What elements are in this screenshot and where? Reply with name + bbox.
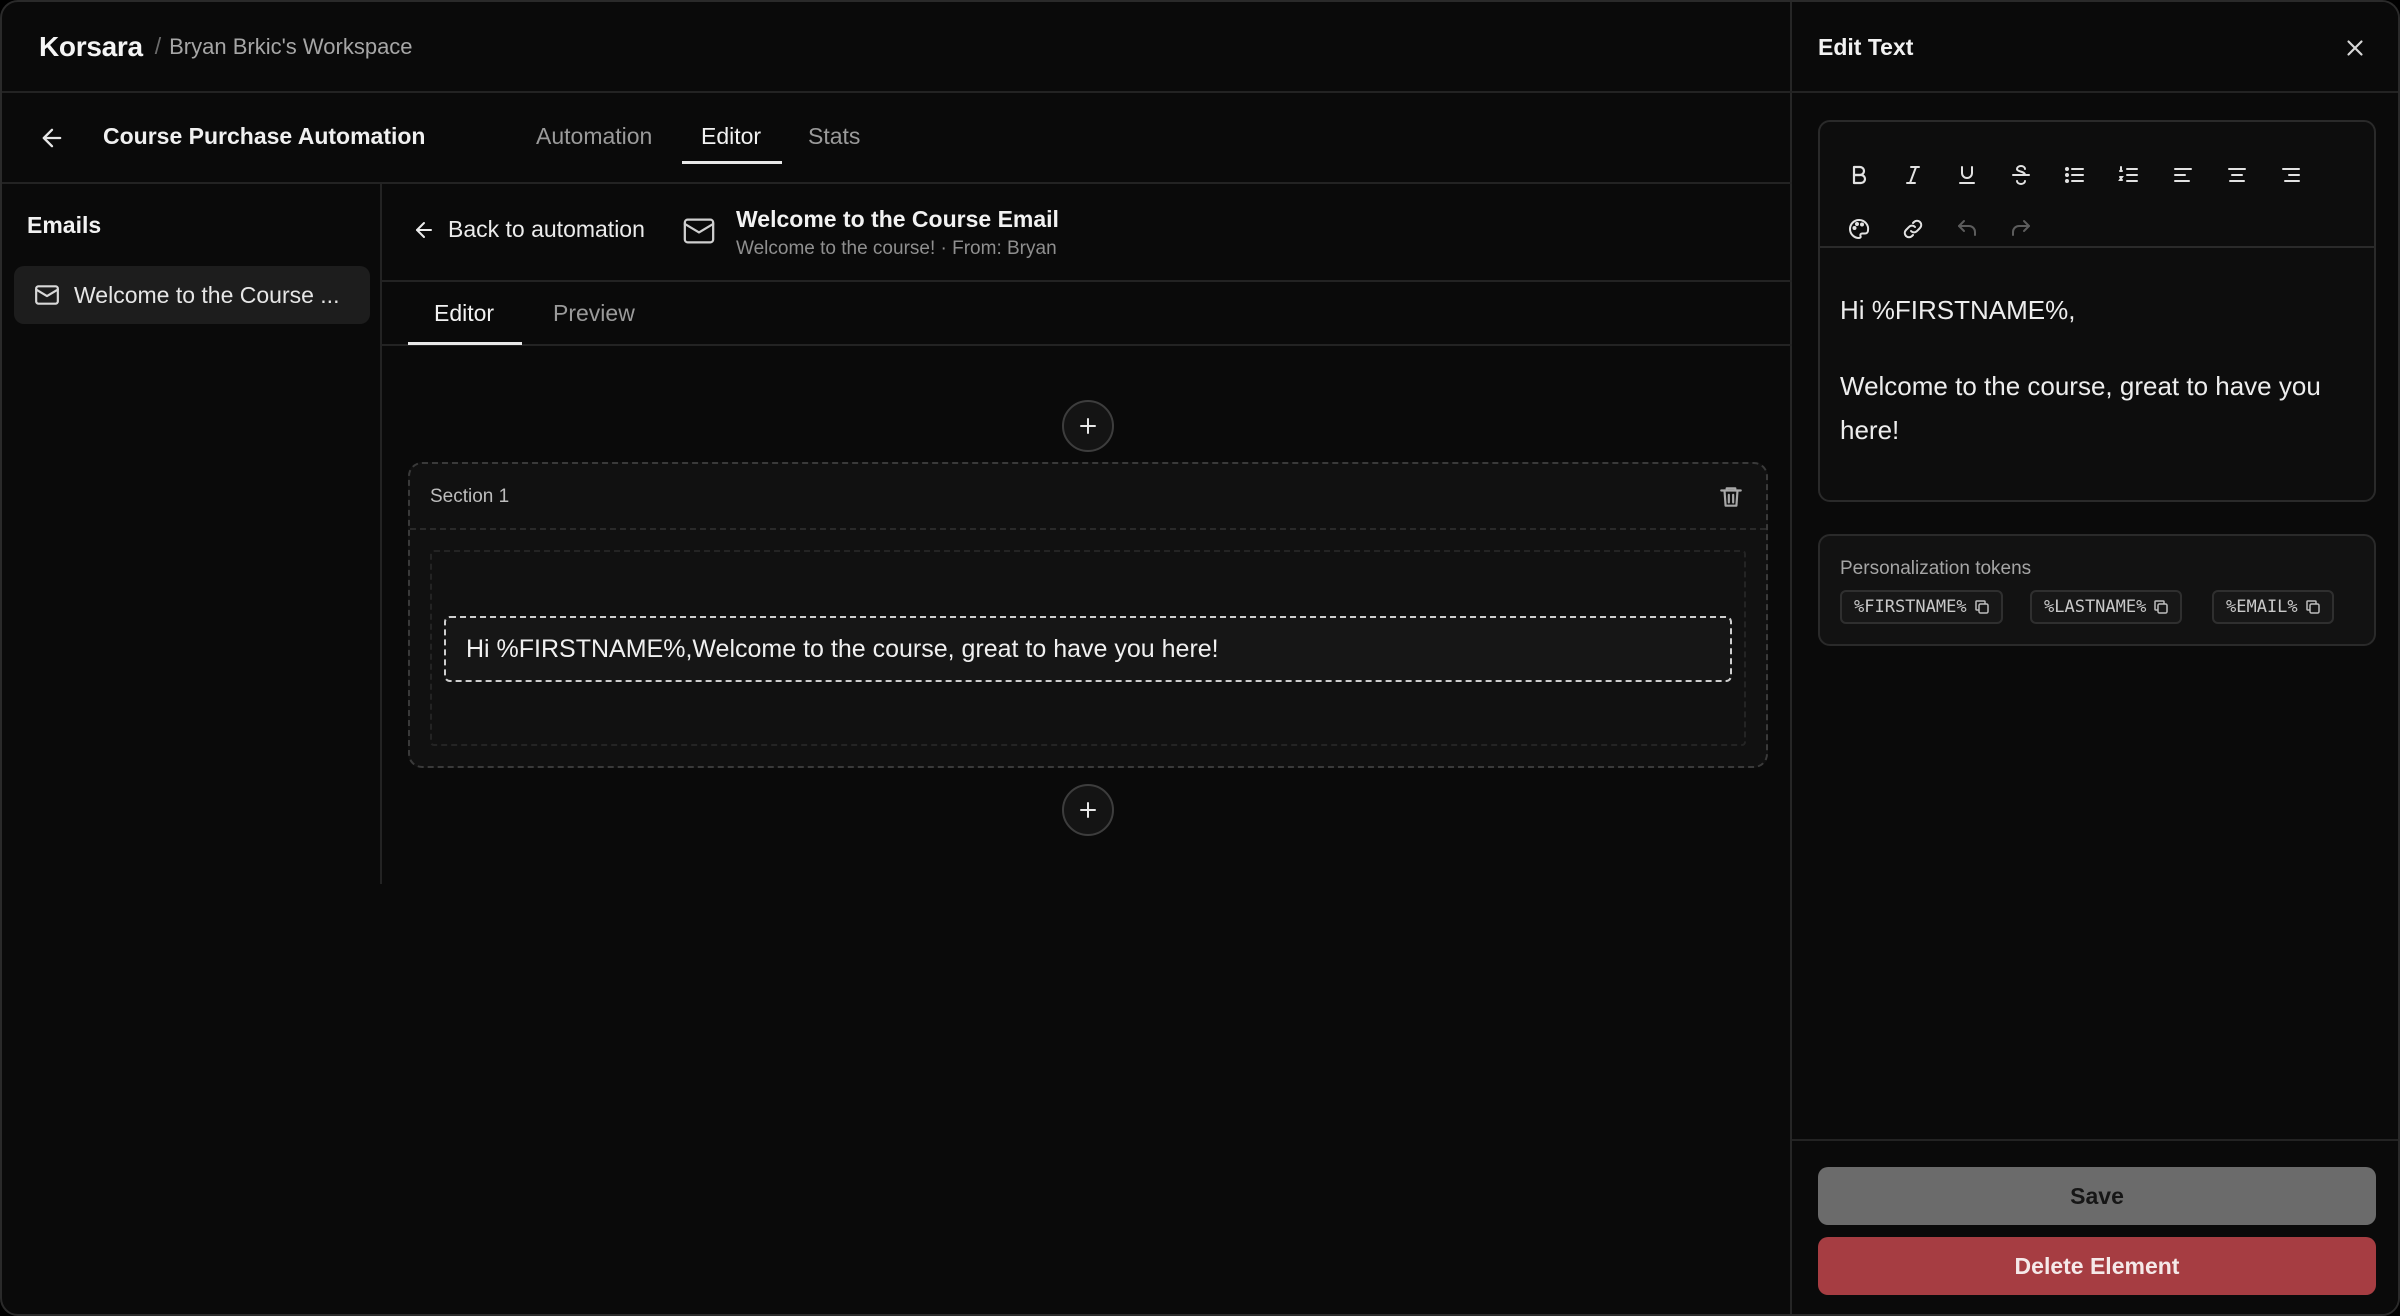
undo-icon[interactable] [1950, 212, 1984, 246]
redo-icon[interactable] [2004, 212, 2038, 246]
bullet-list-icon[interactable] [2058, 158, 2092, 192]
section-row[interactable]: Hi %FIRSTNAME%,Welcome to the course, gr… [430, 550, 1746, 746]
editor-line: Hi %FIRSTNAME%, [1840, 295, 2076, 325]
active-tab-indicator [682, 161, 782, 164]
tab-editor[interactable]: Editor [701, 123, 761, 150]
email-canvas: Section 1 Hi %FIRSTNAME%,Welcome to the … [382, 348, 1792, 884]
panel-footer: Save Delete Element [1792, 1139, 2398, 1314]
copy-icon [1973, 598, 1991, 616]
active-tab-indicator [408, 342, 522, 345]
edit-text-panel: Edit Text Hi %FIRSTNAME%, Welcome to the… [1792, 2, 2398, 1314]
email-section[interactable]: Section 1 Hi %FIRSTNAME%,Welcome to the … [408, 462, 1768, 768]
personalization-tokens: Personalization tokens %FIRSTNAME% %LAST… [1818, 534, 2376, 646]
emails-heading: Emails [27, 212, 102, 238]
align-right-icon[interactable] [2274, 158, 2308, 192]
tokens-label: Personalization tokens [1840, 558, 2032, 579]
breadcrumb-separator: / [154, 33, 162, 59]
email-header: Back to automation Welcome to the Course… [382, 184, 1792, 282]
mail-icon [34, 282, 60, 308]
back-arrow-icon[interactable] [38, 124, 66, 152]
workspace-name[interactable]: Bryan Brkic's Workspace [169, 34, 412, 60]
add-section-above-button[interactable] [1062, 400, 1114, 452]
email-subtitle: Welcome to the course! · From: Bryan [736, 238, 1057, 259]
panel-title: Edit Text [1818, 34, 1914, 60]
back-to-automation-label: Back to automation [448, 216, 645, 242]
token-email[interactable]: %EMAIL% [2212, 590, 2334, 624]
emails-sidebar: Emails Welcome to the Course ... [2, 184, 382, 884]
back-to-automation-link[interactable]: Back to automation [412, 216, 645, 243]
save-button[interactable]: Save [1818, 1167, 2376, 1225]
tab-stats[interactable]: Stats [808, 123, 860, 150]
formatting-toolbar [1820, 122, 2374, 248]
editor-content[interactable]: Hi %FIRSTNAME%, Welcome to the course, g… [1840, 288, 2360, 452]
text-element[interactable]: Hi %FIRSTNAME%,Welcome to the course, gr… [444, 616, 1732, 682]
token-firstname[interactable]: %FIRSTNAME% [1840, 590, 2003, 624]
panel-header: Edit Text [1792, 2, 2398, 93]
tab-preview[interactable]: Preview [553, 300, 635, 327]
sidebar-item-label: Welcome to the Course ... [74, 281, 340, 308]
palette-icon[interactable] [1842, 212, 1876, 246]
plus-icon [1076, 798, 1100, 822]
token-label: %FIRSTNAME% [1854, 597, 1967, 617]
close-icon[interactable] [2342, 35, 2368, 61]
align-left-icon[interactable] [2166, 158, 2200, 192]
copy-icon [2304, 598, 2322, 616]
section-header: Section 1 [410, 464, 1766, 530]
section-label: Section 1 [430, 486, 510, 507]
plus-icon [1076, 414, 1100, 438]
delete-element-button[interactable]: Delete Element [1818, 1237, 2376, 1295]
link-icon[interactable] [1896, 212, 1930, 246]
automation-bar: Course Purchase Automation Automation Ed… [2, 93, 1792, 184]
automation-title: Course Purchase Automation [103, 123, 426, 149]
top-bar: Korsara / Bryan Brkic's Workspace [2, 2, 1792, 93]
editor-tabs: Editor Preview [382, 282, 1792, 346]
email-title: Welcome to the Course Email [736, 206, 1059, 232]
token-label: %LASTNAME% [2044, 597, 2147, 617]
rich-text-editor[interactable]: Hi %FIRSTNAME%, Welcome to the course, g… [1818, 120, 2376, 502]
tab-automation[interactable]: Automation [536, 123, 652, 150]
main-area: Korsara / Bryan Brkic's Workspace Course… [2, 2, 1792, 1314]
token-lastname[interactable]: %LASTNAME% [2030, 590, 2183, 624]
align-center-icon[interactable] [2220, 158, 2254, 192]
sidebar-item-email[interactable]: Welcome to the Course ... [14, 266, 370, 324]
tab-editor-view[interactable]: Editor [434, 300, 494, 327]
app-window: Korsara / Bryan Brkic's Workspace Course… [0, 0, 2400, 1316]
trash-icon[interactable] [1718, 484, 1744, 510]
copy-icon [2152, 598, 2170, 616]
editor-line: Welcome to the course, great to have you… [1840, 371, 2321, 445]
brand-logo[interactable]: Korsara [39, 31, 143, 63]
arrow-left-icon [412, 218, 436, 242]
mail-icon [682, 214, 716, 248]
add-section-below-button[interactable] [1062, 784, 1114, 836]
underline-icon[interactable] [1950, 158, 1984, 192]
numbered-list-icon[interactable] [2112, 158, 2146, 192]
bold-icon[interactable] [1842, 158, 1876, 192]
token-label: %EMAIL% [2226, 597, 2298, 617]
strikethrough-icon[interactable] [2004, 158, 2038, 192]
italic-icon[interactable] [1896, 158, 1930, 192]
